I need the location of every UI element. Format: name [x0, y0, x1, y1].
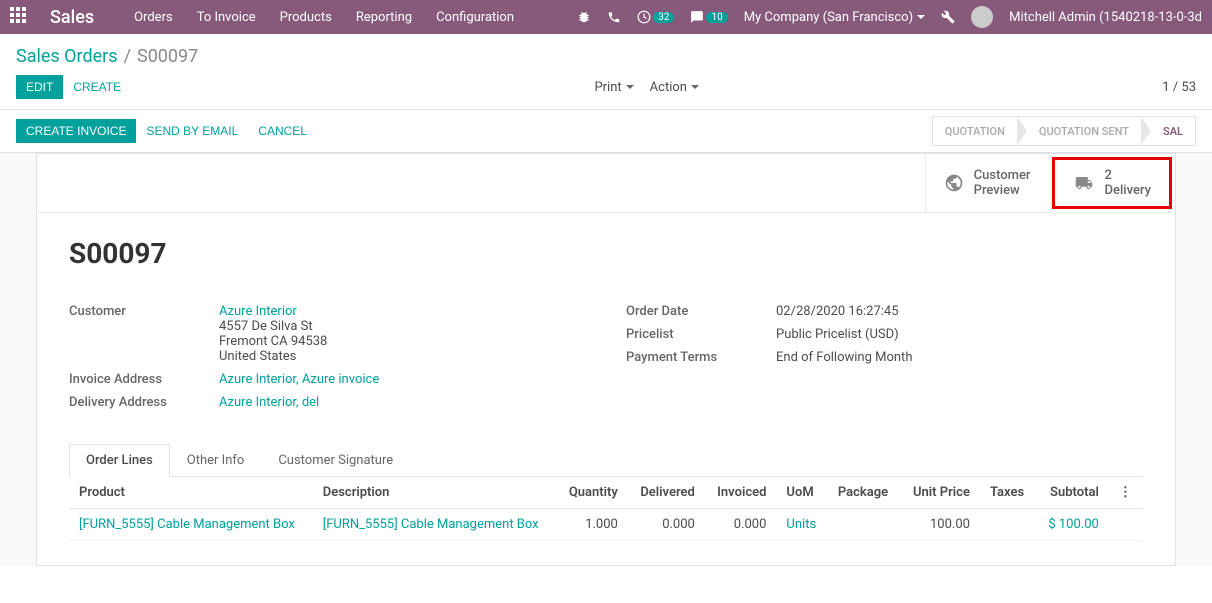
stat-buttons: Customer Preview 2 Delivery	[37, 154, 1175, 213]
order-lines-table: Product Description Quantity Delivered I…	[69, 477, 1143, 541]
app-brand[interactable]: Sales	[50, 7, 94, 28]
send-email-button[interactable]: Send by Email	[136, 119, 248, 143]
breadcrumb-parent[interactable]: Sales Orders	[16, 46, 118, 67]
breadcrumb-current: S00097	[137, 46, 198, 67]
col-delivered[interactable]: Delivered	[628, 477, 705, 509]
delivery-address-label: Delivery Address	[69, 395, 219, 410]
topbar: Sales Orders To Invoice Products Reporti…	[0, 0, 1212, 34]
action-dropdown[interactable]: Action	[650, 80, 699, 95]
nav-menu: Orders To Invoice Products Reporting Con…	[134, 10, 577, 25]
company-switcher[interactable]: My Company (San Francisco)	[744, 10, 925, 25]
create-invoice-button[interactable]: Create Invoice	[16, 119, 136, 143]
delivery-button[interactable]: 2 Delivery	[1052, 157, 1172, 209]
customer-preview-button[interactable]: Customer Preview	[925, 154, 1049, 212]
developer-tools-icon[interactable]	[941, 10, 955, 24]
form-toolbar: Edit Create Print Action 1 / 53	[0, 71, 1212, 110]
phone-icon[interactable]	[607, 10, 621, 24]
pricelist-value: Public Pricelist (USD)	[776, 327, 1143, 342]
cancel-button[interactable]: Cancel	[248, 119, 317, 143]
line-subtotal: $ 100.00	[1036, 509, 1109, 541]
col-options-icon[interactable]: ⋮	[1109, 477, 1143, 509]
breadcrumb: Sales Orders / S00097	[0, 34, 1212, 71]
nav-to-invoice[interactable]: To Invoice	[197, 10, 256, 25]
activities-icon[interactable]: 32	[637, 10, 674, 24]
user-label[interactable]: Mitchell Admin (1540218-13-0-3d	[1009, 10, 1202, 25]
debug-icon[interactable]	[577, 10, 591, 24]
breadcrumb-separator: /	[124, 46, 131, 67]
payment-terms-value: End of Following Month	[776, 350, 1143, 365]
status-bar: Quotation Quotation Sent Sal	[932, 116, 1196, 146]
activities-badge: 32	[653, 12, 674, 23]
invoice-address-label: Invoice Address	[69, 372, 219, 387]
delivery-count: 2	[1105, 168, 1151, 183]
nav-configuration[interactable]: Configuration	[436, 10, 514, 25]
col-product[interactable]: Product	[69, 477, 313, 509]
table-row[interactable]: [FURN_5555] Cable Management Box [FURN_5…	[69, 509, 1143, 541]
truck-icon	[1073, 174, 1095, 192]
tabs: Order Lines Other Info Customer Signatur…	[69, 444, 1143, 477]
status-sales-order[interactable]: Sal	[1151, 125, 1195, 138]
delivery-label: Delivery	[1105, 183, 1151, 198]
globe-icon	[944, 173, 964, 193]
col-subtotal[interactable]: Subtotal	[1036, 477, 1109, 509]
col-uom[interactable]: UoM	[776, 477, 827, 509]
messages-badge: 10	[706, 12, 727, 23]
customer-preview-label: Customer Preview	[974, 168, 1031, 198]
print-dropdown[interactable]: Print	[594, 80, 633, 95]
action-row: Create Invoice Send by Email Cancel Quot…	[0, 110, 1212, 153]
tab-order-lines[interactable]: Order Lines	[69, 444, 170, 477]
status-quotation[interactable]: Quotation	[933, 125, 1017, 138]
tab-customer-signature[interactable]: Customer Signature	[261, 444, 410, 477]
col-taxes[interactable]: Taxes	[980, 477, 1036, 509]
col-package[interactable]: Package	[828, 477, 901, 509]
pricelist-label: Pricelist	[626, 327, 776, 342]
create-button[interactable]: Create	[63, 75, 131, 99]
line-taxes	[980, 509, 1036, 541]
edit-button[interactable]: Edit	[16, 75, 63, 99]
customer-link[interactable]: Azure Interior	[219, 304, 297, 319]
avatar[interactable]	[971, 6, 993, 28]
customer-value: Azure Interior 4557 De Silva St Fremont …	[219, 304, 586, 364]
invoice-address-link[interactable]: Azure Interior, Azure invoice	[219, 372, 379, 387]
order-date-label: Order Date	[626, 304, 776, 319]
line-uom-link[interactable]: Units	[786, 517, 816, 532]
nav-orders[interactable]: Orders	[134, 10, 173, 25]
apps-icon[interactable]	[10, 7, 30, 27]
col-invoiced[interactable]: Invoiced	[705, 477, 777, 509]
payment-terms-label: Payment Terms	[626, 350, 776, 365]
tab-other-info[interactable]: Other Info	[170, 444, 262, 477]
line-delivered: 0.000	[628, 509, 705, 541]
nav-products[interactable]: Products	[280, 10, 332, 25]
line-package	[828, 509, 901, 541]
line-quantity: 1.000	[557, 509, 628, 541]
messages-icon[interactable]: 10	[690, 10, 727, 24]
col-description[interactable]: Description	[313, 477, 557, 509]
line-product-link[interactable]: [FURN_5555] Cable Management Box	[79, 517, 295, 532]
line-invoiced: 0.000	[705, 509, 777, 541]
line-description-link[interactable]: [FURN_5555] Cable Management Box	[323, 517, 539, 532]
topbar-right: 32 10 My Company (San Francisco) Mitchel…	[577, 6, 1202, 28]
pager[interactable]: 1 / 53	[1162, 80, 1196, 95]
nav-reporting[interactable]: Reporting	[356, 10, 412, 25]
order-date-value: 02/28/2020 16:27:45	[776, 304, 1143, 319]
status-quotation-sent[interactable]: Quotation Sent	[1027, 125, 1141, 138]
customer-label: Customer	[69, 304, 219, 364]
form-sheet: Customer Preview 2 Delivery S00097 Custo…	[36, 153, 1176, 566]
line-unit-price: 100.00	[900, 509, 980, 541]
record-title: S00097	[69, 237, 1143, 270]
col-unit-price[interactable]: Unit Price	[900, 477, 980, 509]
col-quantity[interactable]: Quantity	[557, 477, 628, 509]
delivery-address-link[interactable]: Azure Interior, del	[219, 395, 319, 410]
